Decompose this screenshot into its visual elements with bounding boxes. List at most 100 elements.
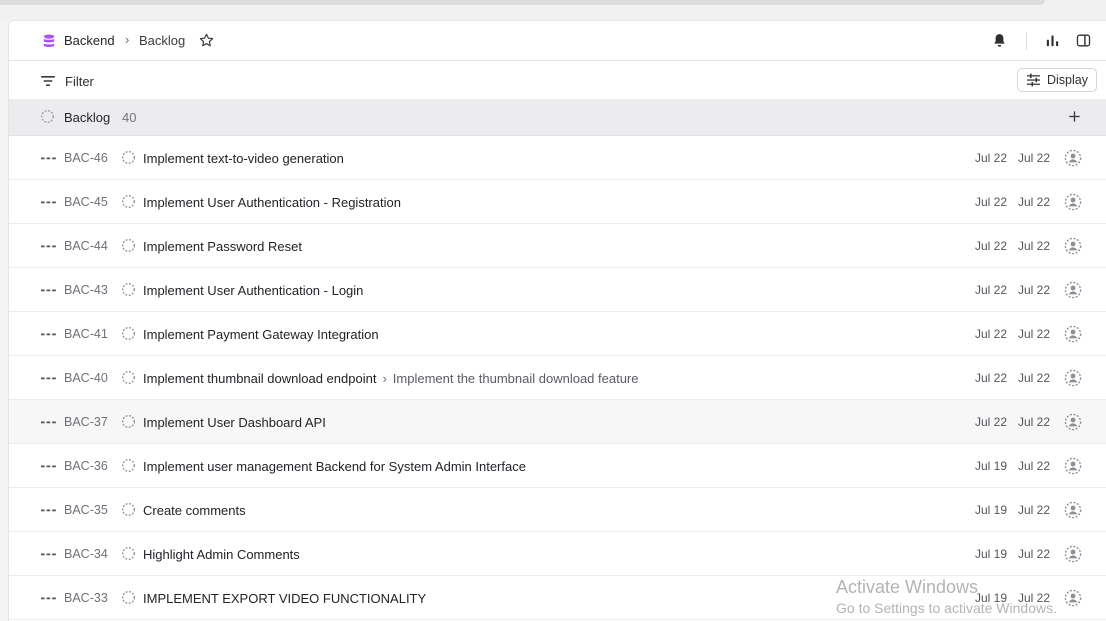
created-date: Jul 22 <box>975 371 1008 385</box>
no-priority-dashes-icon[interactable] <box>41 157 56 160</box>
issue-title-group: Implement Password Reset <box>143 239 302 254</box>
unassigned-avatar-icon[interactable] <box>1064 457 1082 475</box>
issue-id: BAC-41 <box>64 327 108 341</box>
breadcrumb-view[interactable]: Backlog <box>139 33 185 48</box>
created-date: Jul 22 <box>975 195 1008 209</box>
created-date: Jul 19 <box>975 503 1008 517</box>
unassigned-avatar-icon[interactable] <box>1064 193 1082 211</box>
unassigned-avatar-icon[interactable] <box>1064 281 1082 299</box>
updated-date: Jul 22 <box>1018 327 1051 341</box>
unassigned-avatar-icon[interactable] <box>1064 545 1082 563</box>
filter-lines-icon <box>41 76 55 86</box>
backlog-dashed-circle-icon[interactable] <box>121 150 136 165</box>
no-priority-dashes-icon[interactable] <box>41 597 56 600</box>
backlog-dashed-circle-icon[interactable] <box>121 326 136 341</box>
created-date: Jul 22 <box>975 239 1008 253</box>
issue-row[interactable]: BAC-34 Highlight Admin Comments Jul 19 Jul … <box>9 532 1106 576</box>
unassigned-avatar-icon[interactable] <box>1064 237 1082 255</box>
parent-issue-title[interactable]: Implement the thumbnail download feature <box>393 371 639 386</box>
issue-row[interactable]: BAC-45 Implement User Authentication - Re… <box>9 180 1106 224</box>
updated-date: Jul 22 <box>1018 371 1051 385</box>
updated-date: Jul 22 <box>1018 283 1051 297</box>
group-title: Backlog <box>64 110 111 125</box>
parent-separator: › <box>382 371 387 386</box>
backlog-dashed-circle-icon[interactable] <box>121 414 136 429</box>
issue-row[interactable]: BAC-43 Implement User Authentication - Lo… <box>9 268 1106 312</box>
issue-row[interactable]: BAC-41 Implement Payment Gateway Integrat… <box>9 312 1106 356</box>
display-button[interactable]: Display <box>1017 68 1097 92</box>
group-header-backlog[interactable]: Backlog 40 <box>9 99 1106 136</box>
issue-row[interactable]: BAC-35 Create comments Jul 19 Jul 22 <box>9 488 1106 532</box>
backlog-dashed-circle-icon[interactable] <box>121 546 136 561</box>
updated-date: Jul 22 <box>1018 415 1051 429</box>
backlog-dashed-circle-icon[interactable] <box>121 458 136 473</box>
no-priority-dashes-icon[interactable] <box>41 289 56 292</box>
unassigned-avatar-icon[interactable] <box>1064 149 1082 167</box>
issue-title: IMPLEMENT EXPORT VIDEO FUNCTIONALITY <box>143 591 427 606</box>
created-date: Jul 22 <box>975 327 1008 341</box>
backlog-dashed-circle-icon[interactable] <box>121 590 136 605</box>
backlog-dashed-circle-icon[interactable] <box>121 238 136 253</box>
issue-title: Implement Password Reset <box>143 239 302 254</box>
unassigned-avatar-icon[interactable] <box>1064 589 1082 607</box>
issue-title-group: Implement User Authentication - Registra… <box>143 195 401 210</box>
no-priority-dashes-icon[interactable] <box>41 245 56 248</box>
no-priority-dashes-icon[interactable] <box>41 421 56 424</box>
issue-id: BAC-35 <box>64 503 108 517</box>
issue-id: BAC-33 <box>64 591 108 605</box>
sidebar-toggle-icon[interactable] <box>1075 32 1092 49</box>
group-count: 40 <box>122 110 137 125</box>
issue-title: Implement user management Backend for Sy… <box>143 459 526 474</box>
window-top-strip <box>0 0 1106 20</box>
header-divider <box>1026 32 1027 50</box>
no-priority-dashes-icon[interactable] <box>41 377 56 380</box>
backlog-dashed-circle-icon[interactable] <box>121 282 136 297</box>
star-icon[interactable] <box>198 32 215 49</box>
issue-title: Create comments <box>143 503 246 518</box>
issue-row[interactable]: BAC-40 Implement thumbnail download endpo… <box>9 356 1106 400</box>
issue-id: BAC-37 <box>64 415 108 429</box>
issue-row[interactable]: BAC-36 Implement user management Backend … <box>9 444 1106 488</box>
no-priority-dashes-icon[interactable] <box>41 201 56 204</box>
bell-icon[interactable] <box>991 32 1008 49</box>
issue-title: Implement thumbnail download endpoint <box>143 371 377 386</box>
issue-title-group: IMPLEMENT EXPORT VIDEO FUNCTIONALITY <box>143 591 426 606</box>
issue-id: BAC-45 <box>64 195 108 209</box>
plus-icon[interactable] <box>1067 109 1082 124</box>
breadcrumb-separator: › <box>125 32 130 47</box>
unassigned-avatar-icon[interactable] <box>1064 501 1082 519</box>
backlog-dashed-circle-icon[interactable] <box>121 194 136 209</box>
no-priority-dashes-icon[interactable] <box>41 509 56 512</box>
issue-title-group: Implement User Authentication - Login <box>143 283 363 298</box>
updated-date: Jul 22 <box>1018 591 1051 605</box>
no-priority-dashes-icon[interactable] <box>41 465 56 468</box>
unassigned-avatar-icon[interactable] <box>1064 369 1082 387</box>
breadcrumb-project[interactable]: Backend <box>64 33 115 48</box>
unassigned-avatar-icon[interactable] <box>1064 325 1082 343</box>
backlog-dashed-circle-icon[interactable] <box>121 370 136 385</box>
no-priority-dashes-icon[interactable] <box>41 333 56 336</box>
database-icon <box>43 34 55 47</box>
issue-row[interactable]: BAC-46 Implement text-to-video generation… <box>9 136 1106 180</box>
issue-row[interactable]: BAC-37 Implement User Dashboard API Jul 22… <box>9 400 1106 444</box>
issue-title: Implement User Dashboard API <box>143 415 326 430</box>
issue-title: Implement Payment Gateway Integration <box>143 327 379 342</box>
issue-title: Implement text-to-video generation <box>143 151 344 166</box>
issue-id: BAC-40 <box>64 371 108 385</box>
issue-row[interactable]: BAC-33 IMPLEMENT EXPORT VIDEO FUNCTIONALI… <box>9 576 1106 620</box>
filter-button[interactable]: Filter <box>40 71 94 91</box>
filter-label: Filter <box>65 73 94 89</box>
bar-chart-icon[interactable] <box>1044 32 1061 49</box>
backlog-dashed-circle-icon[interactable] <box>121 502 136 517</box>
issue-title-group: Create comments <box>143 503 246 518</box>
updated-date: Jul 22 <box>1018 459 1051 473</box>
issue-title-group: Implement user management Backend for Sy… <box>143 459 526 474</box>
main-panel: Backend › Backlog Filter Display Backlog… <box>8 20 1106 621</box>
updated-date: Jul 22 <box>1018 547 1051 561</box>
created-date: Jul 19 <box>975 547 1008 561</box>
issue-title: Highlight Admin Comments <box>143 547 300 562</box>
unassigned-avatar-icon[interactable] <box>1064 413 1082 431</box>
display-label: Display <box>1047 73 1088 87</box>
no-priority-dashes-icon[interactable] <box>41 553 56 556</box>
issue-row[interactable]: BAC-44 Implement Password Reset Jul 22 Jul … <box>9 224 1106 268</box>
